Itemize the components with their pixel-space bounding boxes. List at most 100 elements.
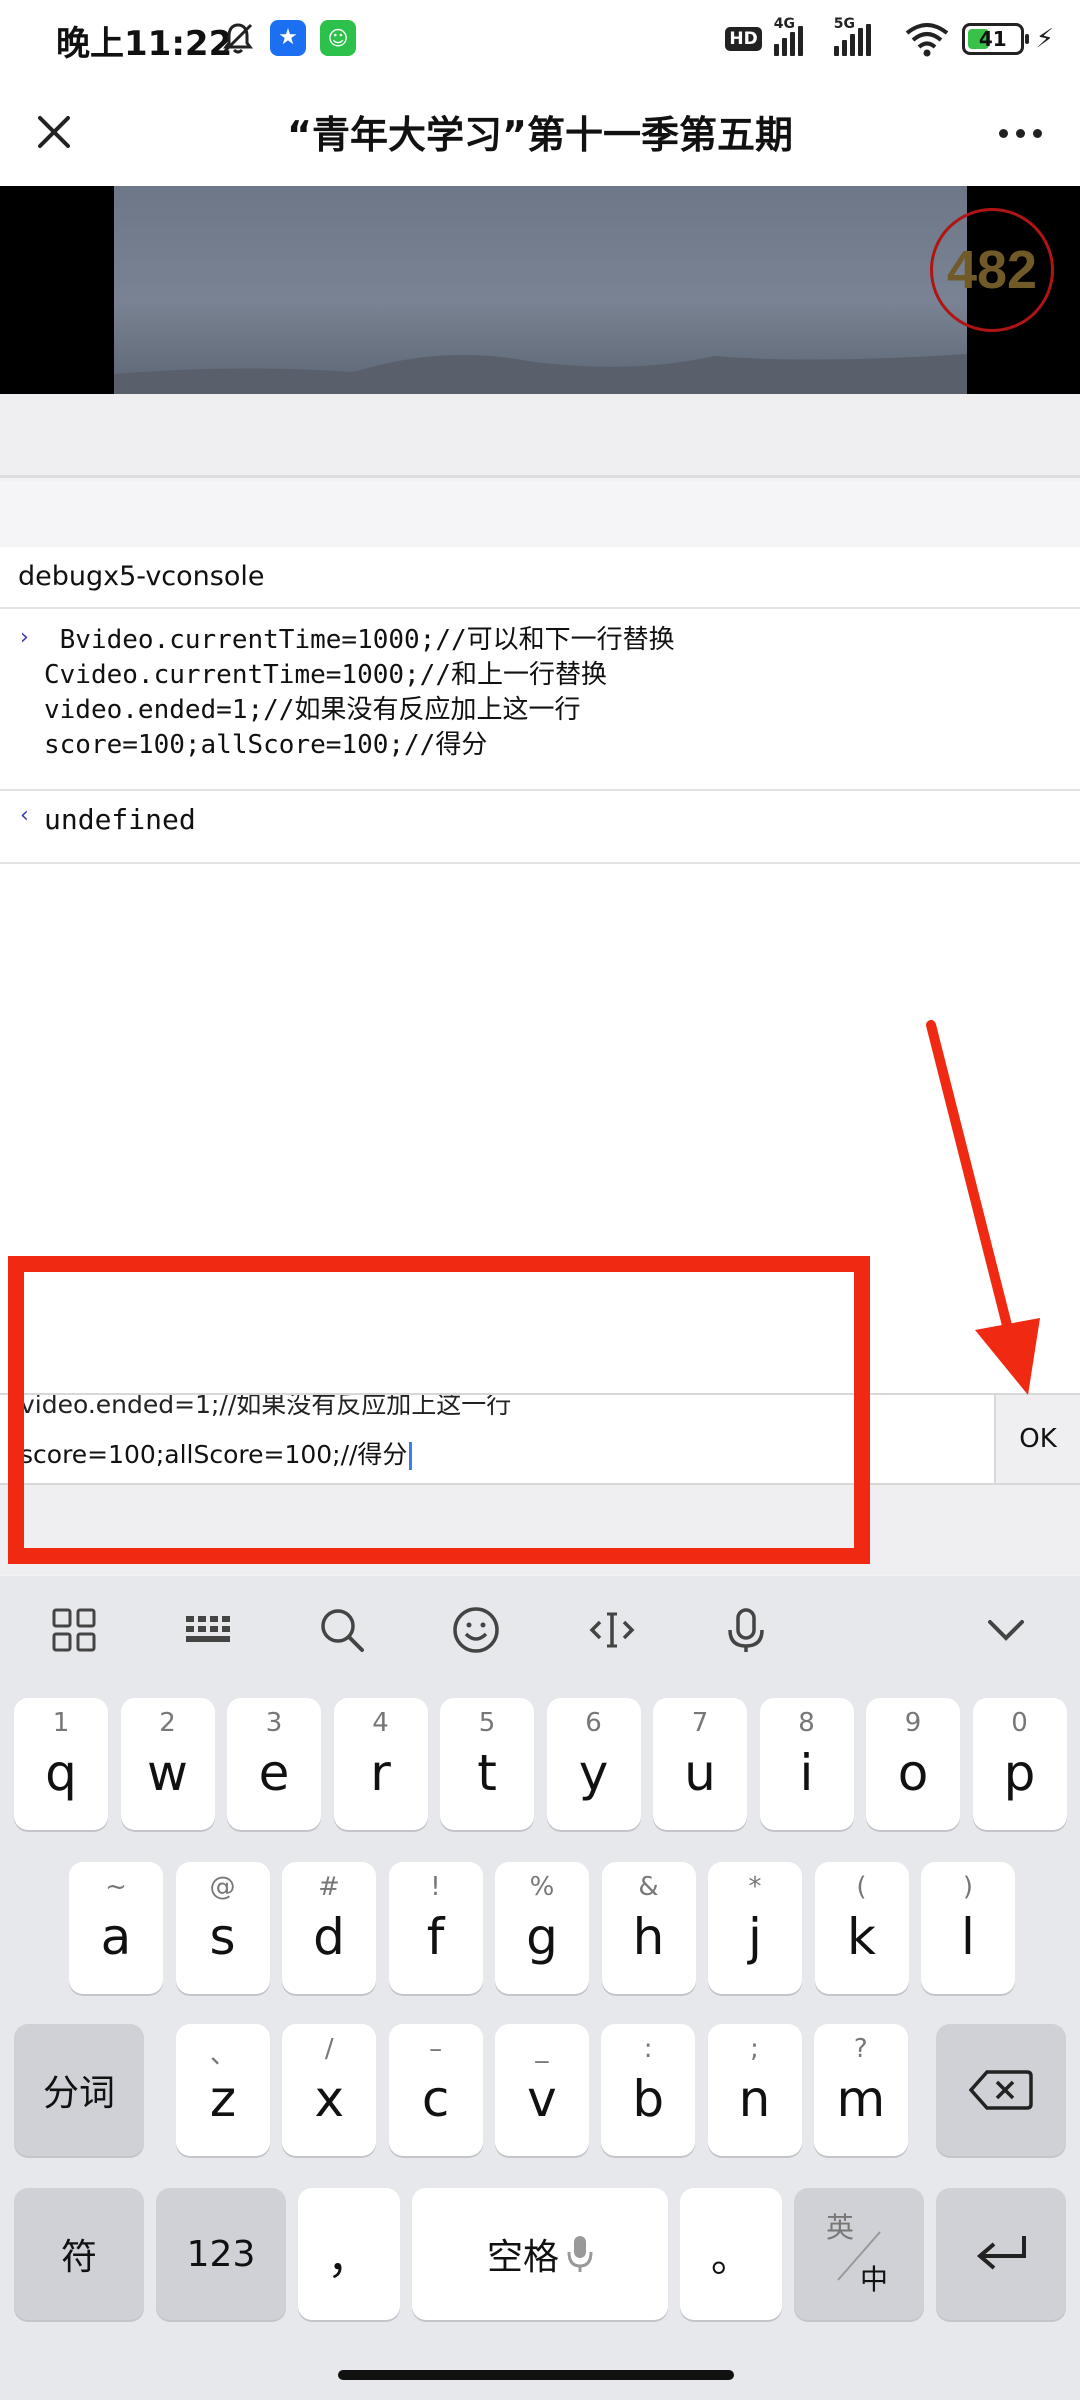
key-label: k [847, 1908, 876, 1966]
comma-key[interactable]: ， [298, 2188, 400, 2320]
grid-menu-icon[interactable] [46, 1602, 102, 1658]
close-icon[interactable] [24, 102, 84, 162]
keyboard-toolbar [0, 1576, 1080, 1686]
key-t[interactable]: 5t [440, 1698, 534, 1830]
key-o[interactable]: 9o [866, 1698, 960, 1830]
key-hint: 7 [691, 1708, 709, 1738]
segment-key[interactable]: 分词 [14, 2024, 144, 2156]
key-d[interactable]: # d [282, 1862, 376, 1994]
key-hint: 9 [904, 1708, 922, 1738]
key-label: y [578, 1744, 609, 1802]
key-hint: : [643, 2034, 653, 2064]
symbol-key-label: 符 [60, 2237, 97, 2278]
key-k[interactable]: (k [814, 1862, 909, 1994]
key-label: f [426, 1908, 445, 1966]
key-label: u [684, 1744, 716, 1802]
video-frame: 482 [114, 186, 1054, 394]
muted-bell-icon [223, 23, 253, 54]
key-hint: ~ [105, 1872, 127, 1902]
soft-keyboard: 1 q 2 w 3 e 4 r 5 t 6 y 7 u 8 i 9 o 0 p ~ a @ s # d! f% g & h * j(k) l、 z… [0, 1576, 1080, 2400]
battery-level: 41 [978, 27, 1007, 51]
countdown-value: 482 [946, 240, 1038, 300]
console-command-entry[interactable]: › Bvideo.currentTime=1000;//可以和下一行替换 Cvid… [0, 609, 1080, 789]
status-time: 晚上11:22 [56, 24, 233, 64]
key-u[interactable]: 7u [653, 1698, 747, 1830]
ok-button[interactable]: OK [994, 1395, 1080, 1483]
key-label: r [370, 1744, 391, 1802]
status-bar: 晚上11:22 ★ ☺ HD 4G 5G 41 ⚡ [0, 0, 1080, 78]
key-b[interactable]: :b [601, 2024, 696, 2156]
search-icon[interactable] [314, 1602, 370, 1658]
voice-input-icon [567, 2236, 593, 2272]
key-label: j [748, 1908, 762, 1966]
key-label: v [527, 2070, 557, 2128]
emoji-icon[interactable] [448, 1602, 504, 1658]
app-notification-icon: ☺ [320, 20, 356, 56]
language-switch-key[interactable]: 英 中 [794, 2188, 924, 2320]
symbol-key[interactable]: 符 [14, 2188, 144, 2320]
space-key[interactable]: 空格 [412, 2188, 668, 2320]
key-h[interactable]: & h [601, 1862, 696, 1994]
key-label: m [836, 2070, 886, 2128]
nav-bar: “青年大学习”第十一季第五期 [0, 78, 1080, 186]
key-l[interactable]: ) l [921, 1862, 1015, 1994]
page-title: “青年大学习”第十一季第五期 [287, 113, 793, 157]
key-m[interactable]: ? m [813, 2024, 908, 2156]
key-hint: – [429, 2034, 443, 2064]
signal-5g-icon: 5G [833, 16, 892, 56]
home-indicator[interactable] [338, 2370, 734, 2380]
key-q[interactable]: 1q [14, 1698, 108, 1830]
key-label: i [799, 1744, 814, 1802]
cursor-move-icon[interactable] [584, 1602, 640, 1658]
key-c[interactable]: – c [388, 2024, 483, 2156]
divider [0, 789, 1080, 791]
hd-badge: HD [725, 27, 762, 51]
key-a[interactable]: ~ a [69, 1862, 163, 1994]
key-label: d [313, 1908, 345, 1966]
app-notification-icon: ★ [270, 20, 306, 56]
key-x[interactable]: / x [282, 2024, 377, 2156]
microphone-icon[interactable] [718, 1602, 774, 1658]
command-line: Bvideo.currentTime=1000;//可以和下一行替换 [44, 625, 675, 655]
wifi-icon [905, 23, 948, 57]
key-label: e [258, 1744, 290, 1802]
key-label: z [209, 2070, 237, 2128]
keyboard-layout-icon[interactable] [180, 1602, 236, 1658]
key-label: x [314, 2070, 345, 2128]
more-options-icon[interactable] [990, 108, 1050, 158]
key-v[interactable]: _ v [494, 2024, 589, 2156]
key-f[interactable]: ! f [388, 1862, 483, 1994]
key-i[interactable]: 8i [759, 1698, 854, 1830]
key-p[interactable]: 0p [972, 1698, 1067, 1830]
annotation-highlight-box [8, 1256, 870, 1564]
video-player[interactable]: 482 [0, 186, 1080, 394]
period-key[interactable]: 。 [680, 2188, 782, 2320]
number-key[interactable]: 123 [156, 2188, 286, 2320]
key-w[interactable]: 2w [120, 1698, 215, 1830]
signal-4g-icon: 4G [773, 16, 822, 56]
key-hint: * [748, 1872, 762, 1902]
enter-key[interactable] [936, 2188, 1066, 2320]
countdown-badge: 482 [930, 208, 1054, 332]
key-r[interactable]: 4r [333, 1698, 428, 1830]
key-hint: / [324, 2034, 334, 2064]
key-n[interactable]: ; n [707, 2024, 802, 2156]
collapse-keyboard-icon[interactable] [978, 1602, 1034, 1658]
key-hint: 6 [585, 1708, 602, 1738]
network-label: 5G [833, 16, 855, 32]
command-line: score=100;allScore=100;//得分 [44, 730, 488, 760]
key-label: w [147, 1744, 188, 1802]
key-g[interactable]: % g [495, 1862, 589, 1994]
backspace-key[interactable] [936, 2024, 1066, 2156]
key-hint: & [638, 1872, 659, 1902]
key-e[interactable]: 3e [227, 1698, 321, 1830]
period-key-label: 。 [711, 2235, 751, 2281]
key-label: b [632, 2070, 665, 2128]
key-y[interactable]: 6y [546, 1698, 641, 1830]
key-hint: @ [209, 1872, 236, 1902]
space-key-label: 空格 [412, 2188, 668, 2320]
console-result: undefined [44, 803, 196, 836]
key-z[interactable]: 、 z [176, 2024, 270, 2156]
key-s[interactable]: @ s [175, 1862, 270, 1994]
key-j[interactable]: * j [708, 1862, 802, 1994]
